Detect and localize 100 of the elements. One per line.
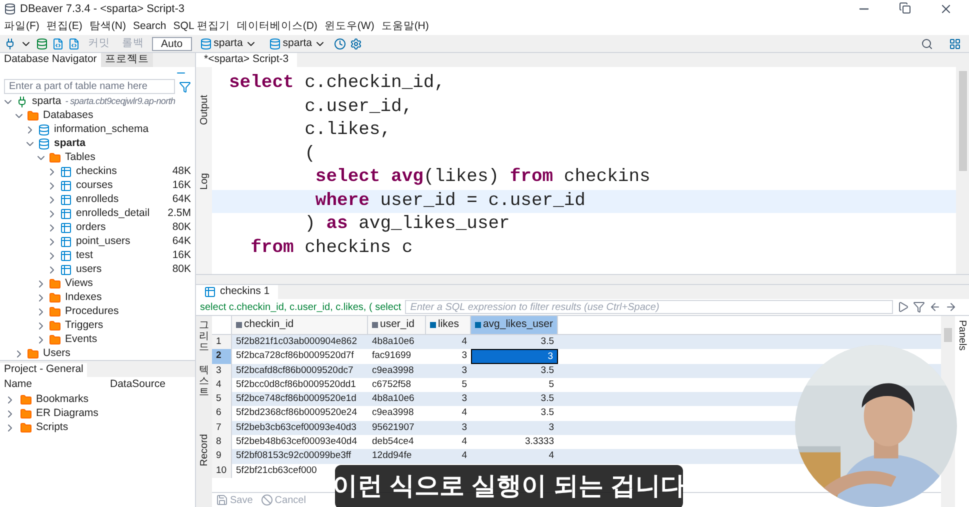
row-number: 8 xyxy=(212,435,232,450)
script-icon[interactable] xyxy=(68,38,80,50)
menu-item[interactable]: 데이터베이스(D) xyxy=(236,18,318,34)
column-header[interactable]: checkin_id xyxy=(232,316,368,334)
tree-item[interactable]: Indexes xyxy=(65,290,102,306)
search-icon[interactable] xyxy=(921,38,933,50)
tree-item[interactable]: orders xyxy=(76,220,106,236)
scrollbar-thumb[interactable] xyxy=(944,328,952,342)
menu-item[interactable]: 파일(F) xyxy=(4,18,40,34)
tree-item[interactable]: enrolleds xyxy=(76,192,119,208)
side-tab[interactable]: Output xyxy=(196,95,212,126)
tree-item[interactable]: information_schema xyxy=(54,122,149,138)
table-cell-text: 5f2bca728cf86b0009520d7f xyxy=(235,349,355,364)
table-cell-text: deb54ce4 xyxy=(371,435,415,450)
tree-item[interactable]: Bookmarks xyxy=(36,392,89,408)
tree-item[interactable]: point_users xyxy=(76,234,130,250)
tree-item[interactable]: checkins xyxy=(76,164,117,180)
tree-item[interactable]: Databases xyxy=(43,108,94,124)
table-icon xyxy=(60,250,72,262)
search-field[interactable]: Enter a part of table name here xyxy=(4,79,175,94)
folder-icon xyxy=(49,334,61,346)
tree-item[interactable]: sparta xyxy=(54,136,86,152)
plug-icon[interactable] xyxy=(4,38,16,50)
table-cell-text: 4 xyxy=(460,449,468,464)
restore-icon[interactable] xyxy=(899,2,911,14)
table-icon xyxy=(60,194,72,206)
table-cell-text: 3.5 xyxy=(540,406,555,420)
forward-icon[interactable] xyxy=(945,301,957,313)
folder-icon xyxy=(49,292,61,304)
folder-icon xyxy=(20,394,32,406)
filter-field[interactable]: Enter a SQL expression to filter results (use Ctrl+Space) xyxy=(405,300,893,314)
tree-item[interactable]: Users xyxy=(43,346,70,362)
filter-icon[interactable] xyxy=(179,80,191,92)
tree-item[interactable]: users xyxy=(76,262,102,278)
tree-item[interactable]: ER Diagrams xyxy=(36,406,98,422)
folder-icon xyxy=(49,320,61,332)
table-cell-text: 4b8a10e6 xyxy=(371,335,416,349)
code-line: from checkins c xyxy=(250,236,414,260)
tree-item[interactable]: courses xyxy=(76,178,113,194)
row-number: 10 xyxy=(212,464,232,478)
database-icon xyxy=(38,138,50,150)
table-cell-text: 12dd94fe xyxy=(371,449,413,464)
code-line: ( xyxy=(304,142,316,166)
clock-icon[interactable] xyxy=(334,38,346,50)
tree-item[interactable]: Events xyxy=(65,332,98,348)
panel-tab[interactable]: Database Navigator xyxy=(0,53,101,67)
commit-mode-field[interactable]: Auto xyxy=(152,36,192,50)
tree-item[interactable]: test xyxy=(76,248,93,264)
menu-item[interactable]: 도움말(H) xyxy=(381,18,429,34)
back-icon[interactable] xyxy=(929,301,941,313)
panel-tab[interactable]: Project - General xyxy=(0,363,88,377)
column-header[interactable]: avg_likes_user xyxy=(471,316,558,334)
table-cell-text: 4 xyxy=(460,335,468,349)
menu-item[interactable]: Search xyxy=(133,18,166,34)
table-cell-text: 5f2bd2368cf86b0009520e24 xyxy=(235,406,358,420)
tree-item[interactable]: enrolleds_detail xyxy=(76,206,150,222)
table-icon xyxy=(204,286,216,298)
code-line: ) as avg_likes_user xyxy=(304,213,511,236)
database-icon[interactable] xyxy=(36,38,48,50)
table-size: 2.5M xyxy=(168,206,191,222)
row-number: 6 xyxy=(212,406,232,421)
tree-item[interactable]: Triggers xyxy=(65,318,104,334)
row-number: 2 xyxy=(212,349,232,364)
plug-icon xyxy=(16,96,28,108)
table-size: 16K xyxy=(172,248,191,264)
filter-icon[interactable] xyxy=(913,301,925,313)
combo-box[interactable]: sparta xyxy=(264,36,330,52)
tree-item[interactable]: Scripts xyxy=(36,420,68,436)
side-tab[interactable]: Log xyxy=(196,173,212,190)
menu-item[interactable]: 탐색(N) xyxy=(89,18,126,34)
menu-item[interactable]: SQL 편집기 xyxy=(173,18,230,34)
combo-box[interactable]: sparta xyxy=(196,36,261,52)
editor-tab[interactable]: *<sparta> Script-3 xyxy=(196,53,297,67)
tree-item[interactable]: sparta xyxy=(32,94,62,110)
column-header[interactable]: likes xyxy=(426,316,471,334)
scrollbar-thumb[interactable] xyxy=(958,71,966,171)
folder-icon xyxy=(49,278,61,290)
side-tab[interactable]: 그리드 xyxy=(199,320,209,353)
side-tab[interactable]: Panels xyxy=(954,320,969,351)
tree-item[interactable]: Views xyxy=(65,276,93,292)
column-header[interactable]: user_id xyxy=(368,316,426,334)
menu-item[interactable]: 편집(E) xyxy=(46,18,82,34)
close-icon[interactable] xyxy=(939,2,953,16)
table-cell-text: 3.5 xyxy=(540,364,555,378)
tree-item[interactable]: Tables xyxy=(65,150,96,166)
tree-item[interactable]: Procedures xyxy=(65,304,119,320)
table-icon xyxy=(60,180,72,192)
settings-icon[interactable] xyxy=(350,38,362,50)
script-icon[interactable] xyxy=(52,38,64,50)
table-cell-text: 3 xyxy=(460,392,468,406)
table-cell-text: c9ea3998 xyxy=(371,364,415,378)
side-tab[interactable]: 텍스트 xyxy=(199,365,209,398)
table-size: 64K xyxy=(172,234,191,250)
side-tab[interactable]: Record xyxy=(198,434,210,466)
database-icon xyxy=(268,38,281,50)
menu-item[interactable]: 윈도우(W) xyxy=(324,18,374,34)
results-tab[interactable]: checkins 1 xyxy=(196,285,278,299)
table-icon xyxy=(60,264,72,276)
play-icon[interactable] xyxy=(897,301,909,313)
panel-tab[interactable]: 프로젝트 xyxy=(100,53,153,67)
